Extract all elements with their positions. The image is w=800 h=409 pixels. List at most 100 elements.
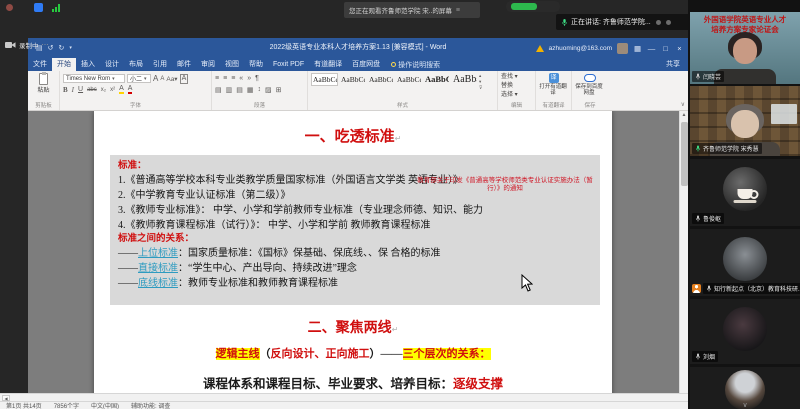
tab-references[interactable]: 引用 bbox=[148, 58, 172, 71]
tab-layout[interactable]: 布局 bbox=[124, 58, 148, 71]
focus-red-text: 反向设计、正向施工 bbox=[271, 348, 370, 360]
justify-icon[interactable]: ▦ bbox=[247, 86, 254, 94]
open-youdao-button[interactable]: 打开有道翻译 bbox=[539, 84, 567, 96]
tell-me-search[interactable]: 操作说明搜索 bbox=[385, 58, 446, 71]
font-name-select[interactable]: Times New Rom▾ bbox=[63, 74, 125, 83]
superscript-icon[interactable]: x² bbox=[110, 87, 115, 93]
style-card[interactable]: AaBbCcDitem-nu... bbox=[367, 73, 394, 86]
tab-design[interactable]: 设计 bbox=[100, 58, 124, 71]
account-avatar[interactable] bbox=[617, 43, 628, 54]
focus-highlight-2: 三个层次的关系： bbox=[403, 348, 491, 360]
tab-mailings[interactable]: 邮件 bbox=[172, 58, 196, 71]
subscript-icon[interactable]: x₂ bbox=[101, 87, 106, 93]
style-card[interactable]: AaBbCcDcolumn... bbox=[311, 73, 338, 86]
style-preview: AaBbCcD bbox=[397, 75, 422, 84]
shading-icon[interactable]: ▨ bbox=[265, 86, 272, 94]
tab-file[interactable]: 文件 bbox=[28, 58, 52, 71]
word-maximize-button[interactable]: □ bbox=[661, 44, 670, 53]
speaking-text: 正在讲话: 齐鲁师范学院... bbox=[571, 17, 651, 27]
language-indicator[interactable]: 中文(中国) bbox=[91, 401, 119, 409]
italic-icon[interactable]: I bbox=[72, 86, 74, 94]
page-indicator[interactable]: 第1页 共14页 bbox=[6, 401, 42, 409]
borders-icon[interactable]: ⊞ bbox=[276, 86, 282, 94]
replace-button[interactable]: 替换 bbox=[501, 82, 532, 91]
participant-tile[interactable]: 外国语学院英语专业人才 培养方案专家论证会 闫晓芸 bbox=[690, 12, 800, 84]
tab-review[interactable]: 审阅 bbox=[196, 58, 220, 71]
share-button[interactable]: 共享 bbox=[658, 58, 688, 71]
style-card[interactable]: AaBbC标题 bbox=[423, 73, 450, 86]
collapse-ribbon-icon[interactable]: ∨ bbox=[681, 101, 685, 108]
character-border-icon[interactable]: A bbox=[180, 74, 189, 84]
menu-icon[interactable]: ≡ bbox=[456, 7, 460, 14]
relation-term: 底线标准 bbox=[138, 278, 178, 289]
participant-name: 鲁俊岖 bbox=[692, 213, 724, 224]
tab-youdao[interactable]: 有道翻译 bbox=[309, 58, 347, 71]
horizontal-scrollbar[interactable]: ◀ bbox=[0, 393, 688, 401]
select-button[interactable]: 选择 ▾ bbox=[501, 91, 532, 100]
share-toolbar-pill[interactable] bbox=[506, 1, 560, 12]
style-card[interactable]: AaBb标题 1 bbox=[451, 73, 478, 86]
sidebar-collapse-icon[interactable]: ∨ bbox=[742, 401, 747, 409]
styles-group: AaBbCcDcolumn... AaBbCcDdfontstyle... Aa… bbox=[308, 71, 498, 110]
tab-view[interactable]: 视图 bbox=[220, 58, 244, 71]
increase-indent-icon[interactable]: » bbox=[247, 75, 251, 82]
tab-baidu[interactable]: 百度网盘 bbox=[347, 58, 385, 71]
numbering-icon[interactable]: ≡ bbox=[223, 75, 227, 82]
return-mark: ↵ bbox=[395, 134, 402, 143]
participant-tile[interactable]: ∨ bbox=[690, 367, 800, 409]
font-size-select[interactable]: 小二▾ bbox=[127, 74, 151, 83]
decrease-indent-icon[interactable]: « bbox=[239, 75, 243, 82]
paragraph-mark-icon[interactable]: ¶ bbox=[255, 75, 259, 82]
word-title-bar: ▤ ↺ ↻ ▾ 2022级英语专业本科人才培养方案1.13 [兼容模式] - W… bbox=[28, 38, 688, 58]
styles-gallery-scroll[interactable]: ▴▾⊽ bbox=[479, 73, 482, 91]
font-color-icon[interactable]: A bbox=[128, 85, 133, 94]
accessibility-status[interactable]: 辅助功能: 调查 bbox=[131, 401, 170, 409]
vertical-scrollbar[interactable]: ▲ bbox=[679, 111, 688, 393]
align-left-icon[interactable]: ▤ bbox=[215, 86, 222, 94]
mic-icon bbox=[695, 353, 701, 360]
word-count[interactable]: 7856个字 bbox=[54, 401, 79, 409]
multilevel-list-icon[interactable]: ≡ bbox=[231, 75, 235, 82]
highlight-color-icon[interactable]: A bbox=[119, 85, 124, 94]
meeting-app-window: 您正在观看齐鲁师范学院 宋..的屏幕 ≡ — □ × 正在讲话: 齐鲁师范学院.… bbox=[0, 0, 800, 409]
participant-tile[interactable]: 知行新起点（北京）教育科技研... bbox=[690, 229, 800, 296]
tab-insert[interactable]: 插入 bbox=[76, 58, 100, 71]
paste-icon[interactable] bbox=[39, 73, 48, 85]
find-button[interactable]: 查找 ▾ bbox=[501, 73, 532, 82]
strikethrough-icon[interactable]: abc bbox=[87, 87, 97, 93]
change-case-icon[interactable]: Aa▾ bbox=[166, 75, 177, 83]
participant-tile[interactable]: 刘烟 bbox=[690, 299, 800, 364]
bullets-icon[interactable]: ≡ bbox=[215, 75, 219, 82]
paste-button[interactable]: 粘贴 bbox=[31, 85, 56, 94]
tab-help[interactable]: 帮助 bbox=[244, 58, 268, 71]
style-card[interactable]: AaBbCcDdfontstyle... bbox=[339, 73, 366, 86]
scrollbar-thumb[interactable] bbox=[681, 122, 688, 186]
style-card[interactable]: AaBbCcDNormalC... bbox=[395, 73, 422, 86]
save-group-label: 保存 bbox=[575, 102, 605, 110]
participant-name: 刘烟 bbox=[692, 351, 718, 362]
more-icon[interactable]: ⋯ bbox=[42, 41, 50, 49]
app-tray-icon[interactable] bbox=[34, 3, 43, 12]
underline-icon[interactable]: U bbox=[78, 86, 83, 93]
relation-item: ——上位标准：国家质量标准：《国标》保基础、保底线、、保 合格的标准 bbox=[118, 246, 592, 261]
word-close-button[interactable]: × bbox=[675, 44, 684, 53]
participant-tile[interactable]: 鲁俊岖 bbox=[690, 159, 800, 226]
align-center-icon[interactable]: ▥ bbox=[226, 86, 233, 94]
participant-name: 知行新起点（北京）教育科技研... bbox=[703, 283, 800, 294]
participant-tile[interactable]: 齐鲁师范学院 宋秀慧 bbox=[690, 86, 800, 156]
ribbon-display-icon[interactable]: ▦ bbox=[633, 44, 642, 53]
save-baidu-button[interactable]: 保存到百度网盘 bbox=[575, 84, 603, 96]
word-minimize-button[interactable]: — bbox=[647, 44, 656, 53]
align-right-icon[interactable]: ▤ bbox=[236, 86, 243, 94]
bold-icon[interactable]: B bbox=[63, 86, 68, 94]
account-email[interactable]: azhuoming@163.com bbox=[549, 45, 612, 52]
shrink-font-icon[interactable]: A bbox=[160, 76, 164, 82]
tab-foxit-pdf[interactable]: Foxit PDF bbox=[268, 58, 309, 71]
mic-icon bbox=[695, 73, 701, 80]
line-spacing-icon[interactable]: ↕ bbox=[258, 86, 262, 93]
scroll-up-icon[interactable]: ▲ bbox=[680, 111, 688, 120]
tab-home[interactable]: 开始 bbox=[52, 58, 76, 71]
font-group-label: 字体 bbox=[63, 102, 208, 110]
grow-font-icon[interactable]: A bbox=[153, 74, 158, 83]
document-page[interactable]: 一、吃透标准↵ 标准： 1.《普通高等学校本科专业类教学质量国家标准（外国语言文… bbox=[94, 111, 612, 393]
